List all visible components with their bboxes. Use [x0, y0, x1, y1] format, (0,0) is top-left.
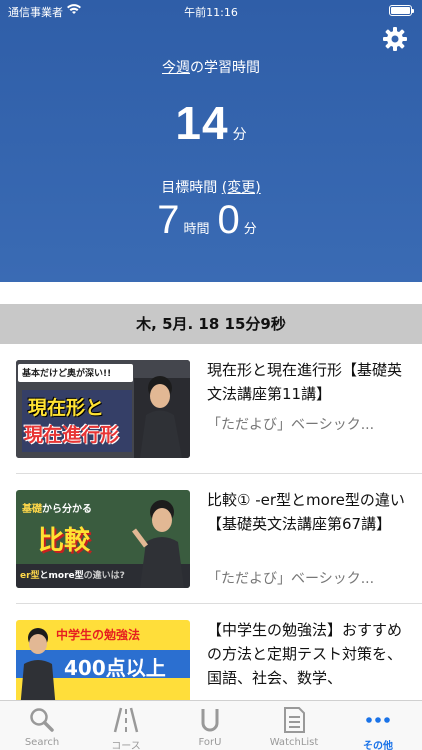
clock: 午前11:16 — [184, 6, 238, 19]
this-week-link[interactable]: 今週 — [162, 60, 190, 76]
tab-more[interactable]: その他 — [336, 701, 420, 750]
stats-header: 通信事業者 午前11:16 今週の学習時間 14 分 目標時間 (変更) 7 時… — [0, 0, 422, 282]
lesson-list: 基本だけど奥が深い!! 現在形と 現在進行形 現在形と現在進行形【基礎英文法講座… — [0, 344, 422, 700]
weekly-study-label: 今週の学習時間 — [162, 60, 260, 76]
lesson-thumbnail: 基本だけど奥が深い!! 現在形と 現在進行形 — [16, 360, 190, 458]
weekly-minutes: 14 — [175, 97, 229, 149]
lesson-title: 比較① -er型とmore型の違い【基礎英文法講座第67講】 — [207, 491, 405, 533]
lesson-item[interactable]: 中学生の勉強法 400点以上 【中学生の勉強法】おすすめの方法と定期テスト対策を… — [0, 604, 422, 700]
goal-hours: 7 — [157, 198, 180, 242]
tab-watchlist[interactable]: WatchList — [252, 701, 336, 750]
search-icon — [30, 708, 54, 732]
lesson-item[interactable]: 基本だけど奥が深い!! 現在形と 現在進行形 現在形と現在進行形【基礎英文法講座… — [0, 344, 422, 474]
weekly-study-time: 14 分 — [175, 97, 247, 149]
tab-bar: Search コース ForU WatchList その他 — [0, 700, 422, 750]
date-section-header: 木, 5月. 18 15分9秒 — [0, 304, 422, 344]
road-icon — [113, 707, 139, 733]
goal-time: 7 時間 0 分 — [157, 198, 257, 242]
goal-minutes: 0 — [217, 198, 240, 242]
gear-icon[interactable] — [382, 26, 408, 52]
lesson-item[interactable]: 基礎から分かる 比較 er型とmore型の違いは? 比較① -er型とmore型… — [0, 474, 422, 604]
lesson-thumbnail: 中学生の勉強法 400点以上 — [16, 620, 190, 700]
battery-icon — [389, 5, 414, 16]
tab-search[interactable]: Search — [0, 701, 84, 750]
lesson-subtitle: 「ただよび」ベーシック... — [207, 571, 375, 587]
lesson-title: 【中学生の勉強法】おすすめの方法と定期テスト対策を、国語、社会、数学、 — [207, 621, 403, 687]
tab-course[interactable]: コース — [84, 701, 168, 750]
more-icon — [366, 717, 390, 723]
tab-foru[interactable]: ForU — [168, 701, 252, 750]
lesson-thumbnail: 基礎から分かる 比較 er型とmore型の違いは? — [16, 490, 190, 588]
foru-icon — [201, 709, 219, 732]
document-icon — [284, 707, 305, 733]
goal-label: 目標時間 (変更) — [161, 180, 261, 196]
lesson-subtitle: 「ただよび」ベーシック... — [207, 417, 375, 433]
status-bar: 通信事業者 午前11:16 — [0, 0, 422, 22]
goal-change-link[interactable]: (変更) — [222, 180, 261, 196]
